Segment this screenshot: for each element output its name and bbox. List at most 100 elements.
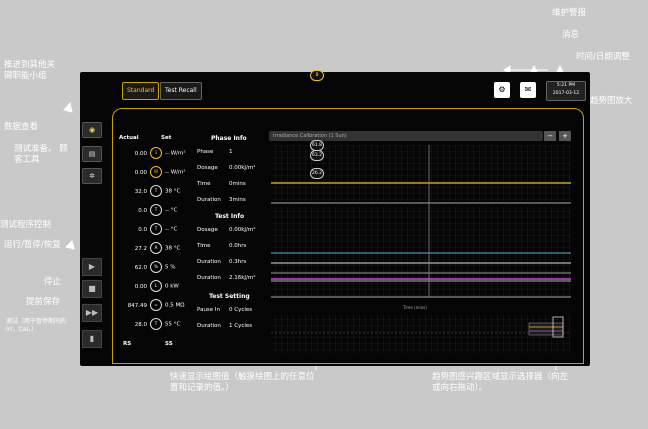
- reading-actual: 847.49: [127, 302, 147, 309]
- reading-set: -- W/m²: [165, 150, 186, 157]
- info-value: 1: [229, 149, 233, 155]
- info-value: 3mins: [229, 197, 246, 203]
- info-label: Duration: [197, 259, 221, 265]
- arrow-run-icon: [65, 240, 75, 250]
- test-prep-button[interactable]: ▤: [82, 146, 102, 162]
- footer-ss: SS: [165, 341, 173, 347]
- info-value: 0.0hrs: [229, 243, 247, 249]
- test-setting-title: Test Setting: [209, 293, 250, 300]
- message-button[interactable]: ✉: [520, 82, 536, 98]
- tools-button[interactable]: ✲: [82, 168, 102, 184]
- envelope-icon: ✉: [524, 85, 532, 94]
- run-pause-button[interactable]: ▶: [82, 258, 102, 276]
- tab-test-recall[interactable]: Test Recall: [160, 82, 202, 100]
- data-view-button[interactable]: ◉: [82, 122, 102, 138]
- zoom-out-button[interactable]: −: [544, 131, 556, 141]
- info-value: 1 Cycles: [229, 323, 253, 329]
- chart-mid-grid: [271, 207, 571, 297]
- main-panel: Actual Set 0.00 3 -- W/m² 0.00 W -- W/m² 32.0 T…: [112, 70, 584, 364]
- chart-title-bar[interactable]: Irradiance Calibration (1 Sun): [269, 131, 543, 141]
- advance-button[interactable]: ▶▶: [82, 304, 102, 322]
- clock-button[interactable]: 5:21 PM 2017-03-12: [546, 81, 586, 101]
- cursor-marker: 26.2: [310, 168, 325, 179]
- play-icon: ▶: [88, 262, 96, 271]
- reading-set: 0 kW: [165, 283, 179, 290]
- sensor-icon: A: [150, 242, 162, 254]
- info-label: Phase: [197, 149, 214, 155]
- info-value: 0.00kJ/m²: [229, 165, 256, 171]
- chart-xlabel: Time (mins): [403, 305, 427, 310]
- chart-bottom-grid: [271, 315, 571, 353]
- reading-actual: 27.2: [134, 245, 147, 252]
- zoom-in-button[interactable]: +: [559, 131, 571, 141]
- reading-actual: 0.00: [134, 169, 147, 176]
- minus-icon: −: [547, 132, 553, 140]
- sensor-icon: =: [150, 299, 162, 311]
- reading-actual: 28.0: [134, 321, 147, 328]
- cursor-marker: 0: [310, 70, 324, 81]
- clock-time: 5:21 PM: [556, 83, 576, 88]
- trend-chart[interactable]: [263, 145, 577, 359]
- gear-icon: ✲: [89, 172, 95, 180]
- reading-set: 0.5 MΩ: [165, 302, 185, 309]
- eye-icon: ◉: [88, 126, 96, 134]
- reading-row: 28.0 T 55 °C: [113, 318, 180, 330]
- info-label: Time: [197, 181, 211, 187]
- device-screen: Standard Test Recall ⚙ ✉ 5:21 PM 2017-03…: [80, 70, 590, 366]
- reading-actual: 0.0: [138, 207, 147, 214]
- sensor-icon: 3: [150, 147, 162, 159]
- info-label: Dosage: [197, 165, 218, 171]
- reading-set: -- °C: [165, 207, 178, 214]
- stop-icon: ■: [88, 284, 96, 293]
- info-label: Pause In: [197, 307, 221, 313]
- cursor-marker: 63.2: [310, 150, 325, 161]
- info-label: Duration: [197, 197, 221, 203]
- fast-forward-icon: ▶▶: [85, 308, 99, 317]
- arrow-push-icon: [63, 101, 73, 113]
- info-value: 0.00kJ/m²: [229, 227, 256, 233]
- reading-row: 27.2 A 38 °C: [113, 242, 180, 254]
- reading-set: 55 °C: [165, 321, 181, 328]
- selector-window: [528, 322, 564, 336]
- test-button[interactable]: ▮: [82, 330, 102, 348]
- header-actual: Actual: [119, 135, 139, 141]
- info-value: 0.3hrs: [229, 259, 247, 265]
- sensor-icon: T: [150, 204, 162, 216]
- tab-standard[interactable]: Standard: [122, 82, 160, 100]
- sensor-icon: %: [150, 261, 162, 273]
- reading-actual: 32.0: [134, 188, 147, 195]
- reading-row: 0.0 T -- °C: [113, 204, 177, 216]
- reading-row: 847.49 = 0.5 MΩ: [113, 299, 184, 311]
- reading-row: 0.00 3 -- W/m²: [113, 147, 186, 159]
- info-value: 2.16kJ/m²: [229, 275, 256, 281]
- maintenance-alarm-button[interactable]: ⚙: [494, 82, 510, 98]
- info-label: Duration: [197, 323, 221, 329]
- reading-row: 0.0 T -- °C: [113, 223, 177, 235]
- info-label: Dosage: [197, 227, 218, 233]
- clock-date: 2017-03-12: [552, 91, 580, 96]
- phase-info-title: Phase Info: [211, 135, 247, 142]
- footer-rs: RS: [123, 341, 132, 347]
- plus-icon: +: [562, 132, 568, 140]
- sensor-icon: T: [150, 223, 162, 235]
- reading-row: 0.00 W -- W/m²: [113, 166, 186, 178]
- reading-row: 62.0% 5 %: [113, 261, 175, 273]
- document-icon: ▮: [89, 334, 95, 343]
- header-set: Set: [161, 135, 172, 141]
- sensor-icon: L: [150, 280, 162, 292]
- sensor-icon: T: [150, 318, 162, 330]
- sensor-icon: W: [150, 166, 162, 178]
- reading-set: -- °C: [165, 226, 178, 233]
- info-value: 0 Cycles: [229, 307, 253, 313]
- reading-row: 32.0 T 38 °C: [113, 185, 180, 197]
- reading-set: 38 °C: [165, 245, 181, 252]
- reading-row: 0.00 L 0 kW: [113, 280, 179, 292]
- stop-button[interactable]: ■: [82, 280, 102, 298]
- reading-set: 38 °C: [165, 188, 181, 195]
- reading-set: -- W/m²: [165, 169, 186, 176]
- info-label: Duration: [197, 275, 221, 281]
- reading-actual: 62.0: [134, 264, 147, 271]
- reading-actual: 0.00: [134, 150, 147, 157]
- sensor-icon: T: [150, 185, 162, 197]
- maintenance-icon: ⚙: [498, 85, 506, 94]
